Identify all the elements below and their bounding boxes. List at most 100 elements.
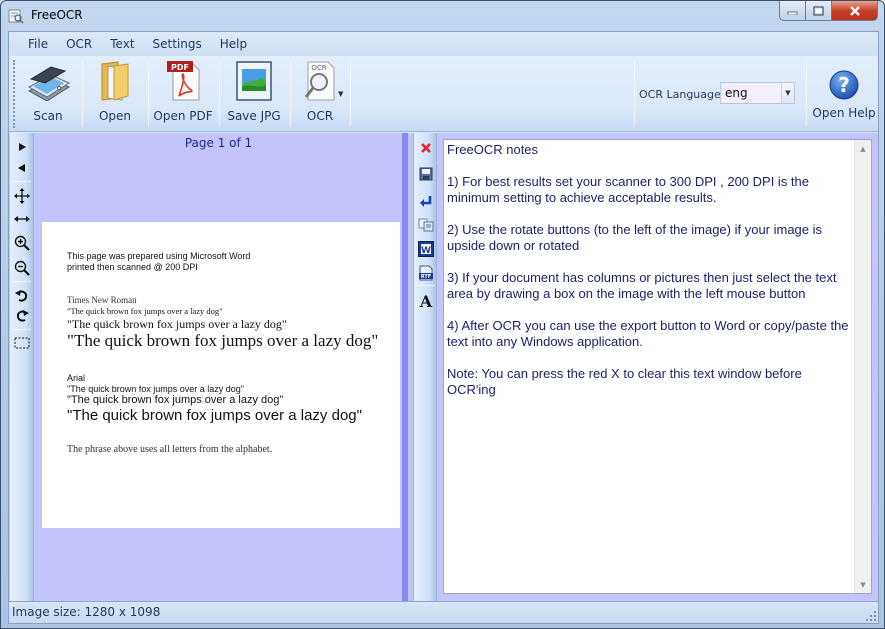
rotate-left-button[interactable] (12, 286, 32, 306)
pdf-icon: PDF (167, 61, 200, 101)
scan-button[interactable]: Scan (17, 58, 79, 128)
scan-intro-line2: printed then scanned @ 200 DPI (67, 262, 198, 272)
menu-text[interactable]: Text (101, 33, 143, 55)
image-size-status: Image size: 1280 x 1098 (12, 605, 161, 619)
maximize-button[interactable] (806, 1, 832, 21)
toolbar-separator (290, 62, 291, 126)
tool-separator (13, 329, 31, 330)
scan-arial-heading: Arial (67, 373, 86, 383)
font-button[interactable]: A (416, 291, 436, 311)
image-toolbar (10, 133, 34, 601)
ocr-language-select[interactable]: eng ▼ (720, 82, 795, 104)
client-area: File OCR Text Settings Help Scan Open PD… (8, 31, 879, 624)
toolbar-separator (634, 62, 635, 126)
menu-file[interactable]: File (19, 33, 57, 55)
menu-help[interactable]: Help (211, 33, 256, 55)
toolbar: Scan Open PDF Open PDF Save JPG OCR OCR … (9, 56, 878, 132)
line-break-button[interactable] (416, 191, 436, 211)
export-word-icon: W (418, 241, 434, 257)
open-help-button[interactable]: ? Open Help (811, 58, 877, 128)
app-window: FreeOCR File OCR Text Settings Help Scan… (0, 0, 885, 629)
toolbar-grip[interactable] (13, 60, 15, 128)
previous-page-icon (18, 164, 25, 172)
ocr-text-content[interactable]: FreeOCR notes 1) For best results set yo… (447, 142, 852, 398)
open-pdf-label: Open PDF (153, 109, 213, 123)
open-pdf-button[interactable]: PDF Open PDF (151, 58, 215, 128)
open-button[interactable]: Open (85, 58, 145, 128)
scanner-icon (27, 66, 71, 101)
svg-text:?: ? (838, 73, 850, 97)
pan-button[interactable] (12, 186, 32, 206)
scan-label: Scan (33, 109, 63, 123)
fit-width-button[interactable] (12, 209, 32, 229)
copy-icon (418, 218, 434, 232)
maximize-icon (813, 5, 824, 16)
scan-footer: The phrase above uses all letters from t… (67, 444, 273, 455)
ocr-badge-text: OCR (311, 64, 326, 72)
main-area: Page 1 of 1 This page was prepared using… (9, 133, 878, 601)
image-pane[interactable]: Page 1 of 1 This page was prepared using… (35, 133, 408, 601)
save-text-icon (419, 167, 433, 181)
fit-width-icon (14, 216, 30, 222)
pan-icon (14, 188, 30, 204)
toolbar-separator (806, 62, 807, 126)
line-break-icon (420, 196, 432, 207)
svg-text:A: A (419, 293, 433, 309)
previous-page-button[interactable] (12, 158, 32, 178)
close-button[interactable] (832, 1, 878, 21)
toolbar-separator (219, 62, 220, 126)
scanned-page-image[interactable]: This page was prepared using Microsoft W… (42, 222, 400, 528)
toolbar-separator (148, 62, 149, 126)
rotate-left-icon (15, 290, 28, 302)
help-icon: ? (829, 70, 859, 100)
rotate-right-icon (16, 310, 29, 322)
zoom-in-icon (14, 235, 30, 251)
clear-text-icon (421, 143, 431, 153)
folder-icon (101, 61, 129, 101)
next-page-button[interactable] (12, 137, 32, 157)
ocr-label: OCR (306, 109, 334, 123)
ocr-dropdown-arrow-icon[interactable]: ▼ (338, 90, 343, 98)
minimize-icon (787, 11, 798, 15)
open-help-label: Open Help (812, 106, 876, 120)
copy-button[interactable] (416, 215, 436, 235)
select-area-button[interactable] (12, 333, 32, 353)
minimize-button[interactable] (779, 1, 806, 21)
toolbar-separator (82, 62, 83, 126)
save-text-button[interactable] (416, 164, 436, 184)
chevron-down-icon[interactable]: ▼ (781, 83, 794, 103)
app-icon (8, 9, 24, 24)
open-label: Open (98, 109, 132, 123)
scan-tnr-large: "The quick brown fox jumps over a lazy d… (67, 331, 379, 350)
menu-ocr[interactable]: OCR (57, 33, 101, 55)
zoom-out-icon (14, 260, 30, 276)
scroll-up-icon[interactable]: ▲ (855, 140, 871, 157)
pdf-badge-text: PDF (171, 63, 189, 72)
ocr-magnifier-icon: OCR (304, 61, 335, 101)
save-jpg-label: Save JPG (227, 109, 281, 123)
window-title: FreeOCR (31, 8, 83, 22)
scan-tnr-heading: Times New Roman (67, 295, 137, 305)
rotate-right-button[interactable] (12, 306, 32, 326)
svg-text:W: W (421, 246, 431, 256)
select-area-icon (14, 337, 30, 349)
next-page-icon (19, 143, 26, 151)
scan-intro-line1: This page was prepared using Microsoft W… (67, 251, 251, 261)
save-jpg-button[interactable]: Save JPG (222, 58, 286, 128)
ocr-text-output[interactable]: FreeOCR notes 1) For best results set yo… (443, 139, 872, 594)
page-indicator: Page 1 of 1 (184, 136, 253, 150)
zoom-in-button[interactable] (12, 233, 32, 253)
resize-grip-icon[interactable] (866, 611, 876, 621)
clear-text-button[interactable] (416, 138, 436, 158)
scroll-down-icon[interactable]: ▼ (855, 576, 871, 593)
tool-separator (13, 281, 31, 282)
export-word-button[interactable]: W (416, 239, 436, 259)
vertical-scrollbar[interactable]: ▲ ▼ (854, 140, 871, 593)
title-bar[interactable]: FreeOCR (1, 1, 884, 31)
tool-separator (417, 285, 435, 286)
export-rtf-button[interactable]: RTF (416, 263, 436, 283)
menu-settings[interactable]: Settings (144, 33, 211, 55)
close-icon (849, 5, 860, 16)
ocr-language-label: OCR Language: (639, 88, 725, 101)
zoom-out-button[interactable] (12, 258, 32, 278)
